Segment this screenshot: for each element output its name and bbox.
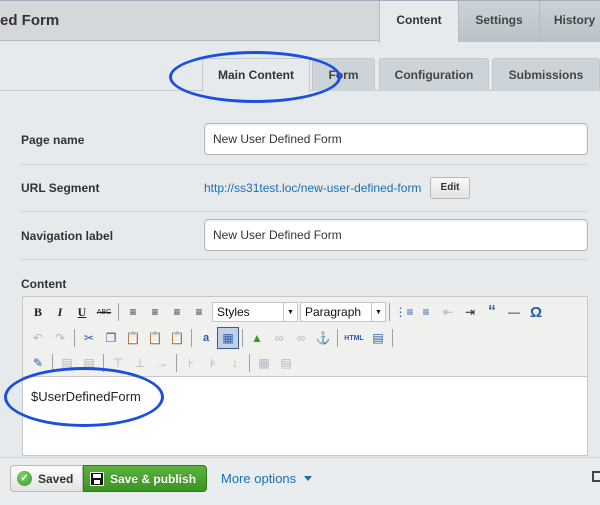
align-left-icon[interactable]: ≡ [122, 301, 144, 323]
styles-select-value: Styles [217, 305, 250, 319]
edit-url-button[interactable]: Edit [430, 177, 470, 199]
bold-icon[interactable]: B [27, 301, 49, 323]
page-name-input[interactable] [204, 123, 588, 155]
insert-col-after-icon[interactable]: ⊧ [202, 352, 224, 374]
cell-properties-icon[interactable]: ▤ [78, 352, 100, 374]
editor-body-text[interactable]: $UserDefinedForm [31, 389, 141, 404]
table-icon[interactable]: ▦ [217, 327, 239, 349]
content-subtabs: Main Content Form Configuration Submissi… [0, 58, 600, 92]
field-url-segment: URL Segment http://ss31test.loc/new-user… [20, 165, 588, 212]
subtab-configuration[interactable]: Configuration [379, 58, 489, 91]
delete-row-icon[interactable]: → [151, 352, 173, 374]
chevron-down-icon: ▼ [371, 303, 385, 321]
cut-icon[interactable]: ✂ [78, 327, 100, 349]
select-all-icon[interactable]: a [195, 327, 217, 349]
more-options-label: More options [221, 471, 297, 486]
insert-row-after-icon[interactable]: ⊥ [129, 352, 151, 374]
split-cells-icon[interactable]: ▦ [253, 352, 275, 374]
page-title: ed Form [0, 12, 60, 29]
strikethrough-icon[interactable]: ABC [93, 301, 115, 323]
subtab-form[interactable]: Form [312, 58, 375, 91]
navigation-label-label: Navigation label [21, 229, 114, 243]
toolbar-row-2: ↶ ↷ ✂ ❐ 📋 📋 📋 a ▦ ▲ ∞ ∞ ⚓ HTML ▤ [27, 326, 396, 350]
tab-history[interactable]: History [539, 1, 600, 42]
page-header: ed Form Content Settings History [0, 0, 600, 43]
saved-button[interactable]: ✓ Saved [10, 465, 83, 492]
html-source-button[interactable]: HTML [341, 327, 367, 349]
format-select[interactable]: Paragraph ▼ [300, 302, 386, 322]
toolbar-separator [242, 329, 243, 347]
toolbar-separator [392, 329, 393, 347]
more-options-button[interactable]: More options [221, 471, 313, 486]
panel-toggle-icon[interactable] [592, 471, 600, 482]
check-icon: ✓ [17, 471, 32, 486]
blockquote-icon[interactable]: “ [481, 301, 503, 323]
align-center-icon[interactable]: ≡ [144, 301, 166, 323]
toolbar-row-1: B I U ABC ≡ ≡ ≡ ≡ Styles ▼ Paragraph ▼ ⋮… [27, 300, 547, 324]
align-justify-icon[interactable]: ≡ [188, 301, 210, 323]
toolbar-separator [176, 354, 177, 372]
toolbar-separator [52, 354, 53, 372]
numbered-list-icon[interactable]: ≡ [415, 301, 437, 323]
saved-label: Saved [38, 471, 74, 486]
row-properties-icon[interactable]: ▤ [56, 352, 78, 374]
toolbar-row-3: ✎ ▤ ▤ ⊤ ⊥ → ⊦ ⊧ ↓ ▦ ▤ [27, 351, 297, 375]
field-navigation-label: Navigation label [20, 212, 588, 260]
insert-col-before-icon[interactable]: ⊦ [180, 352, 202, 374]
save-publish-label: Save & publish [110, 471, 197, 486]
save-publish-button[interactable]: Save & publish [83, 465, 207, 492]
paste-icon[interactable]: 📋 [122, 327, 144, 349]
paste-text-icon[interactable]: 📋 [144, 327, 166, 349]
table-properties-icon[interactable]: ✎ [27, 352, 49, 374]
special-character-icon[interactable]: Ω [525, 301, 547, 323]
italic-icon[interactable]: I [49, 301, 71, 323]
unlink-icon[interactable]: ∞ [290, 327, 312, 349]
chevron-down-icon: ▼ [283, 303, 297, 321]
page-name-label: Page name [21, 133, 85, 147]
wysiwyg-editor: B I U ABC ≡ ≡ ≡ ≡ Styles ▼ Paragraph ▼ ⋮… [22, 296, 588, 456]
horizontal-rule-icon[interactable]: — [503, 301, 525, 323]
url-segment-link[interactable]: http://ss31test.loc/new-user-defined-for… [204, 181, 421, 195]
delete-col-icon[interactable]: ↓ [224, 352, 246, 374]
toolbar-separator [191, 329, 192, 347]
save-disk-icon [90, 471, 104, 486]
insert-image-icon[interactable]: ▲ [246, 327, 268, 349]
paste-word-icon[interactable]: 📋 [166, 327, 188, 349]
redo-icon[interactable]: ↷ [49, 327, 71, 349]
format-select-value: Paragraph [305, 305, 362, 319]
bullet-list-icon[interactable]: ⋮≡ [393, 301, 415, 323]
undo-icon[interactable]: ↶ [27, 327, 49, 349]
insert-row-before-icon[interactable]: ⊤ [107, 352, 129, 374]
field-page-name: Page name [20, 116, 588, 165]
align-right-icon[interactable]: ≡ [166, 301, 188, 323]
toolbar-separator [389, 303, 390, 321]
styles-select[interactable]: Styles ▼ [212, 302, 298, 322]
caret-down-icon [304, 476, 313, 481]
underline-icon[interactable]: U [71, 301, 93, 323]
subtab-main-content[interactable]: Main Content [202, 58, 310, 92]
outdent-icon[interactable]: ⇤ [437, 301, 459, 323]
navigation-label-input[interactable] [204, 219, 588, 251]
toolbar-separator [249, 354, 250, 372]
toolbar-separator [118, 303, 119, 321]
toolbar-separator [337, 329, 338, 347]
toolbar-separator [103, 354, 104, 372]
insert-link-icon[interactable]: ∞ [268, 327, 290, 349]
subtab-submissions[interactable]: Submissions [492, 58, 600, 91]
editor-toolbar: B I U ABC ≡ ≡ ≡ ≡ Styles ▼ Paragraph ▼ ⋮… [23, 297, 587, 377]
copy-icon[interactable]: ❐ [100, 327, 122, 349]
tab-settings[interactable]: Settings [458, 1, 539, 42]
tab-content[interactable]: Content [379, 1, 458, 43]
indent-icon[interactable]: ⇥ [459, 301, 481, 323]
embed-media-icon[interactable]: ▤ [367, 327, 389, 349]
merge-cells-icon[interactable]: ▤ [275, 352, 297, 374]
anchor-icon[interactable]: ⚓ [312, 327, 334, 349]
url-segment-label: URL Segment [21, 181, 100, 195]
toolbar-separator [74, 329, 75, 347]
action-footer: ✓ Saved Save & publish More options [0, 457, 600, 505]
content-label: Content [21, 277, 67, 291]
